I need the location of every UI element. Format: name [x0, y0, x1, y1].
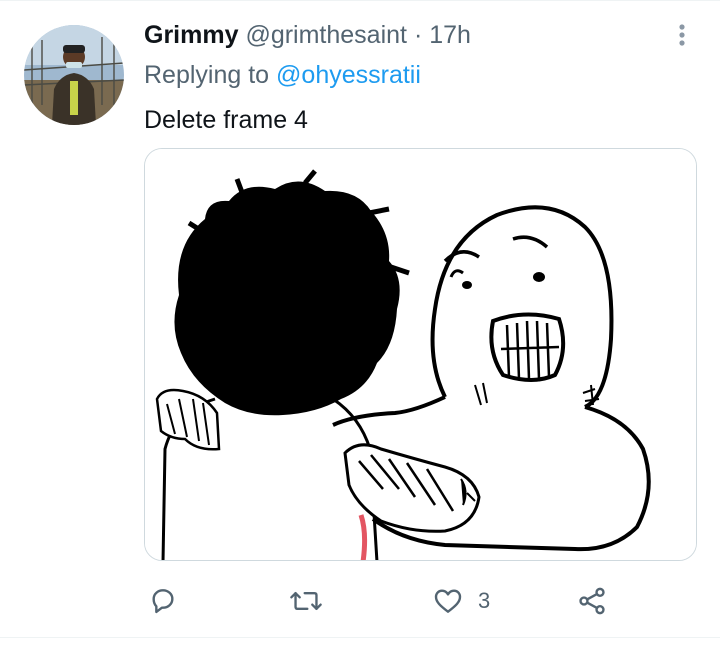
tweet-media-image[interactable]: [144, 148, 697, 561]
timestamp[interactable]: 17h: [429, 21, 471, 49]
share-icon: [579, 587, 605, 615]
top-divider: [0, 0, 720, 1]
like-button[interactable]: 3: [432, 584, 490, 618]
display-name[interactable]: Grimmy: [144, 21, 238, 49]
bottom-divider: [0, 637, 720, 638]
like-count: 3: [478, 588, 491, 613]
tweet-text: Delete frame 4: [144, 106, 308, 134]
separator-dot: ·: [413, 21, 423, 49]
tweet-header: Grimmy @grimthesaint · 17h: [144, 18, 471, 52]
retweet-icon: [290, 591, 322, 611]
heart-icon: [434, 589, 462, 613]
replying-to-line: Replying to @ohyessratii: [144, 58, 421, 92]
user-handle[interactable]: @grimthesaint: [245, 21, 407, 49]
avatar[interactable]: [24, 25, 124, 125]
reply-icon: [152, 589, 174, 614]
reply-mention-link[interactable]: @ohyessratii: [276, 61, 421, 89]
replying-to-label: Replying to: [144, 61, 270, 89]
more-options-icon[interactable]: [668, 20, 696, 50]
reply-button[interactable]: [147, 584, 179, 618]
share-button[interactable]: [576, 584, 608, 618]
retweet-button[interactable]: [289, 584, 323, 618]
